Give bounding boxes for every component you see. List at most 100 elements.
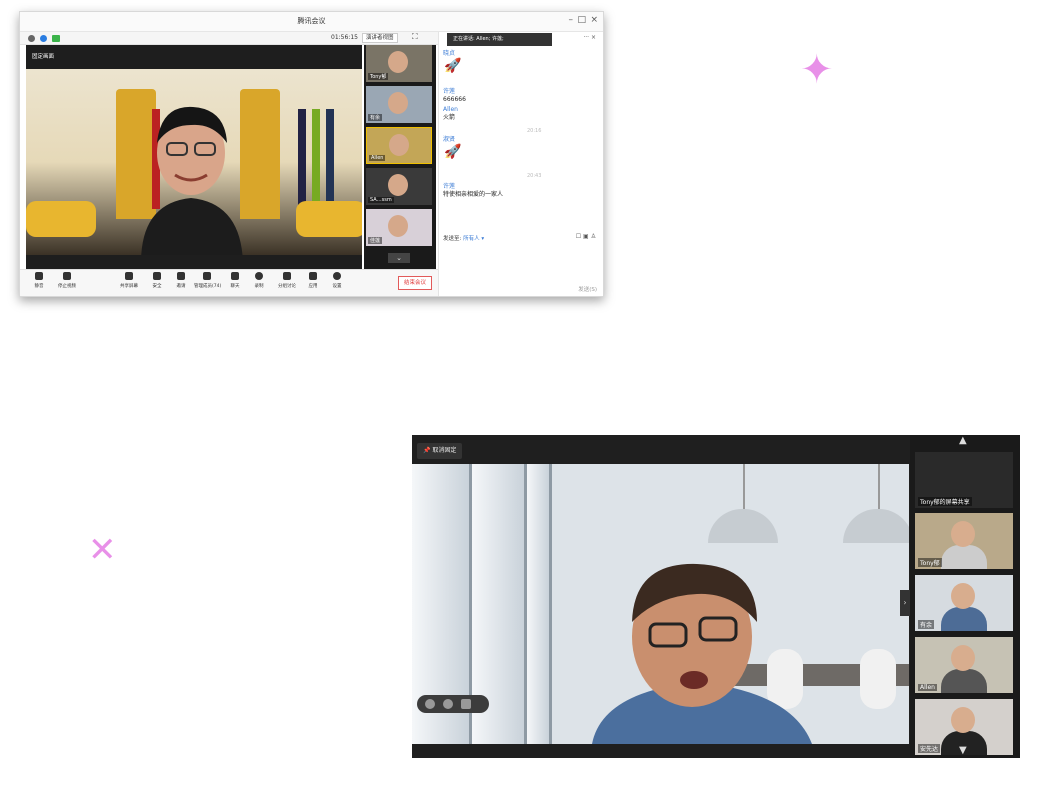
chat-close-icon[interactable]: ··· ×: [583, 34, 596, 41]
meeting-toolbar: 静音 停止视频 共享屏幕 安全 邀请 管理成员(74) 聊天 录制 分组讨论 应…: [20, 269, 438, 296]
pip-icon[interactable]: [425, 699, 435, 709]
toolbar-label: 分组讨论: [278, 284, 296, 289]
chair: [860, 649, 896, 709]
participant-face: [388, 92, 408, 114]
meeting-timer: 01:56:15: [331, 34, 358, 41]
toolbar-label: 邀请: [176, 284, 186, 289]
participant-face: [388, 215, 408, 237]
unpin-button[interactable]: 📌 取消固定: [417, 443, 463, 459]
view-button[interactable]: 演讲者视图: [362, 33, 398, 43]
invite-button[interactable]: 邀请: [168, 272, 194, 289]
info-icon[interactable]: [28, 35, 35, 42]
participant-tile[interactable]: 有余: [915, 575, 1013, 631]
message-text: 666666: [443, 96, 466, 103]
share-screen-button[interactable]: 共享屏幕: [116, 272, 142, 289]
maximize-icon[interactable]: □: [577, 15, 586, 25]
sofa: [296, 201, 362, 237]
signal-icon: [52, 35, 60, 42]
participant-tile[interactable]: Tony郁的屏幕共享: [915, 452, 1013, 508]
timestamp: 20:16: [527, 128, 542, 134]
participant-body: [941, 669, 987, 693]
participant-body: [941, 545, 987, 569]
participant-name: SA…ssm: [368, 197, 394, 203]
participant-face: [389, 134, 409, 156]
participant-tile[interactable]: 佳莲: [366, 209, 432, 246]
manage-members-button[interactable]: 管理成员(74): [194, 272, 221, 289]
participant-thumbnails: Tony郁 有余 Allen SA…ssm 佳莲 ⌄: [364, 45, 436, 269]
chat-message: 淑贤: [443, 136, 455, 144]
participant-name: Allen: [918, 684, 937, 691]
chevron-down-icon[interactable]: ⌄: [388, 253, 410, 263]
sofa: [26, 201, 96, 237]
breakout-button[interactable]: 分组讨论: [274, 272, 300, 289]
meeting-window-top: 腾讯会议 – □ × 01:56:15 演讲者视图 ⛶ 固定画面 Tony郁 有…: [19, 11, 604, 297]
participant-name: 有余: [368, 114, 383, 121]
record-icon: [255, 272, 263, 280]
main-video: 固定画面: [26, 45, 362, 269]
toolbar-label: 安全: [152, 284, 162, 289]
camera-icon: [63, 272, 71, 280]
close-icon[interactable]: ×: [590, 15, 598, 25]
participant-face: [951, 645, 975, 671]
flag: [312, 109, 320, 209]
participant-name: Tony郁的屏幕共享: [918, 497, 972, 506]
record-button[interactable]: 录制: [246, 272, 272, 289]
rocket-icon: 🚀: [444, 58, 462, 74]
minimize-icon[interactable]: –: [569, 15, 574, 25]
scroll-down-icon[interactable]: ▼: [959, 745, 967, 756]
sender-name: Allen: [443, 106, 458, 113]
title-bar: 腾讯会议 – □ ×: [20, 12, 603, 32]
rocket-icon: 🚀: [444, 144, 462, 160]
shield-icon: [153, 272, 161, 280]
speaker-person: [141, 106, 243, 255]
send-button[interactable]: 发送(S): [578, 285, 597, 293]
participant-sidebar: ▲ Tony郁的屏幕共享 Tony郁 有余 Allen 安先达 ▼: [910, 435, 1020, 758]
participant-tile[interactable]: Tony郁: [366, 45, 432, 82]
apps-button[interactable]: 应用: [300, 272, 326, 289]
caption-icon[interactable]: [461, 699, 471, 709]
chat-message: 许莲 特使相亲相爱的一家人: [443, 183, 503, 199]
gear-icon: [333, 272, 341, 280]
chat-message: 许莲 666666: [443, 88, 466, 104]
window-title: 腾讯会议: [297, 17, 326, 25]
window-pane: [527, 464, 552, 744]
message-text: 特使相亲相爱的一家人: [443, 191, 504, 198]
flag: [326, 109, 334, 209]
participant-face: [388, 174, 408, 196]
end-meeting-button[interactable]: 结束会议: [398, 276, 432, 290]
participant-tile[interactable]: Allen: [366, 127, 432, 164]
chat-button[interactable]: 聊天: [222, 272, 248, 289]
toolbar-label: 停止视频: [58, 284, 76, 289]
invite-icon: [177, 272, 185, 280]
sender-name: 淑贤: [443, 136, 456, 143]
emoji-icon[interactable]: [443, 699, 453, 709]
participant-tile[interactable]: SA…ssm: [366, 168, 432, 205]
chat-message: 晓贞: [443, 50, 455, 58]
security-button[interactable]: 安全: [144, 272, 170, 289]
collapse-sidebar-icon[interactable]: ›: [900, 590, 910, 616]
participant-tile[interactable]: Allen: [915, 637, 1013, 693]
breakout-icon: [283, 272, 291, 280]
scroll-up-icon[interactable]: ▲: [959, 435, 967, 446]
participant-tile[interactable]: Tony郁: [915, 513, 1013, 569]
settings-button[interactable]: 设置: [324, 272, 350, 289]
apps-icon: [309, 272, 317, 280]
lamp: [843, 509, 909, 543]
shield-icon[interactable]: [40, 35, 47, 42]
chat-panel: 正在讲话: Allen; 许莲; ··· × 晓贞 🚀 许莲 666666 Al…: [438, 32, 603, 296]
video-control-pill[interactable]: [417, 695, 489, 713]
participant-body: [941, 607, 987, 631]
participant-tile[interactable]: 有余: [366, 86, 432, 123]
sparkle-icon: ✦: [800, 47, 834, 93]
toolbar-label: 录制: [254, 284, 264, 289]
fullscreen-icon[interactable]: ⛶: [412, 32, 418, 42]
pin-label[interactable]: 固定画面: [32, 52, 54, 60]
stop-video-button[interactable]: 停止视频: [54, 272, 80, 289]
chat-input[interactable]: [443, 242, 593, 282]
chat-message: Allen 火箭: [443, 106, 458, 122]
emoji-file-icons[interactable]: ☐ ▣ ♙: [576, 233, 596, 240]
participant-face: [388, 51, 408, 73]
lamp-wire: [878, 464, 880, 509]
unpin-label: 取消固定: [432, 447, 457, 454]
mute-button[interactable]: 静音: [26, 272, 52, 289]
